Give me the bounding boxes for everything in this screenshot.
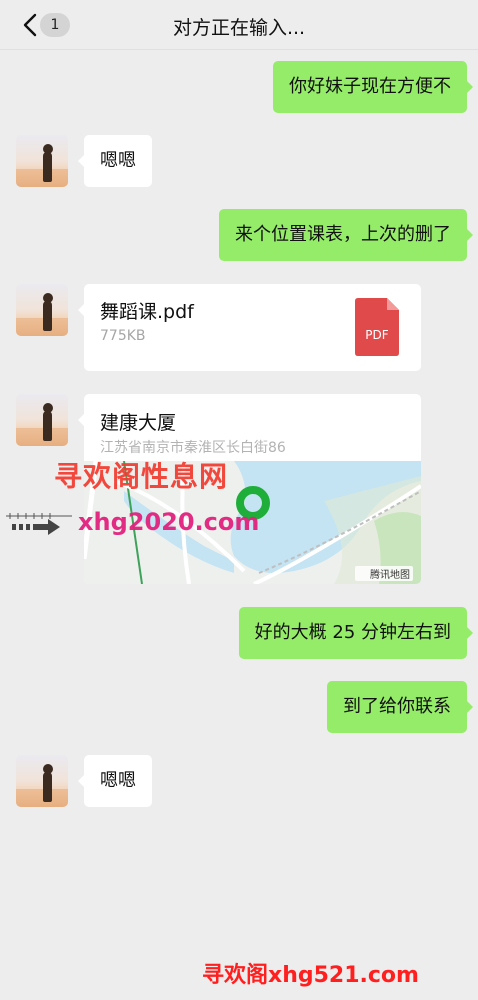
message-bubble-outgoing[interactable]: 好的大概 25 分钟左右到 <box>238 607 474 659</box>
watermark-site-url: xhg2020.com <box>78 508 260 536</box>
watermark-site-name: 寻欢阁性息网 <box>54 460 229 493</box>
file-name: 舞蹈课.pdf <box>100 301 194 323</box>
watermark-arrow-icon <box>4 510 74 540</box>
contact-avatar[interactable] <box>16 284 68 336</box>
pdf-file-icon <box>355 298 399 356</box>
pdf-icon-label: PDF <box>365 328 389 342</box>
chat-title: 对方正在输入... <box>172 17 306 39</box>
map-provider-icon <box>358 569 368 579</box>
contact-avatar[interactable] <box>16 755 68 807</box>
contact-avatar[interactable] <box>16 135 68 187</box>
message-bubble-incoming[interactable]: 嗯嗯 <box>78 755 152 807</box>
file-size: 775KB <box>100 328 146 344</box>
map-provider-label: 腾讯地图 <box>355 566 413 581</box>
map-provider-name: 腾讯地图 <box>370 570 410 581</box>
file-message-card[interactable]: 舞蹈课.pdf 775KB PDF <box>78 284 421 371</box>
message-bubble-outgoing[interactable]: 来个位置课表，上次的删了 <box>219 209 473 261</box>
contact-avatar[interactable] <box>16 394 68 446</box>
message-bubble-outgoing[interactable]: 你好妹子现在方便不 <box>273 61 473 113</box>
location-name: 建康大厦 <box>100 412 177 434</box>
watermark-footer: 寻欢阁xhg521.com <box>202 963 419 988</box>
chat-header: 1 对方正在输入... <box>0 0 478 50</box>
location-address: 江苏省南京市秦淮区长白街86 <box>100 440 286 456</box>
message-bubble-incoming[interactable]: 嗯嗯 <box>78 135 152 187</box>
message-bubble-outgoing[interactable]: 到了给你联系 <box>327 681 473 733</box>
